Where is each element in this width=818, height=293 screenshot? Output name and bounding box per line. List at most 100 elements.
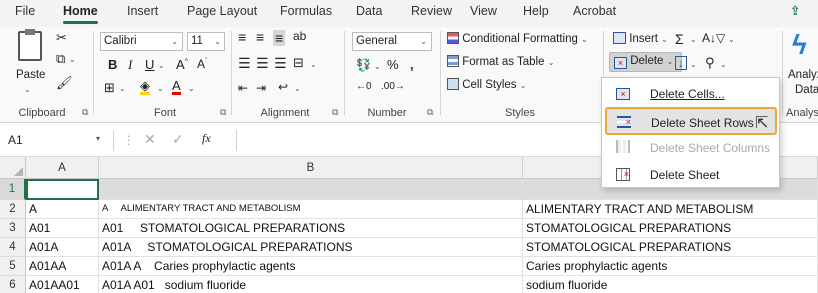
find-select-icon[interactable]: ⚲ [705, 55, 715, 71]
orientation-icon[interactable]: ab [293, 29, 306, 43]
select-all-corner[interactable] [0, 157, 26, 179]
align-right-icon[interactable]: ☰ [274, 55, 287, 72]
increase-font-icon[interactable]: A^ [176, 57, 188, 72]
cell-b1[interactable] [99, 179, 523, 200]
copy-icon[interactable]: ⧉ [56, 51, 65, 67]
accounting-icon[interactable]: 💱 [356, 58, 371, 72]
fill-icon[interactable]: ↓ [675, 56, 687, 70]
analyze-data-button[interactable]: Analyz [788, 69, 818, 81]
tab-review[interactable]: Review [411, 0, 452, 27]
enter-icon[interactable]: ✓ [172, 131, 184, 148]
cut-icon[interactable]: ✂ [56, 30, 67, 46]
cell-c3[interactable]: STOMATOLOGICAL PREPARATIONS [523, 219, 818, 238]
cell-b5[interactable]: A01A A Caries prophylactic agents [99, 257, 523, 276]
cell-a3[interactable]: A01 [26, 219, 99, 238]
number-format-select[interactable]: General ⌄ [352, 32, 432, 51]
decrease-font-icon[interactable]: Aˇ [197, 57, 207, 71]
sort-filter-icon[interactable]: A↓▽ [702, 31, 725, 45]
alignment-group-label: Alignment [260, 107, 310, 119]
row-header[interactable]: 3 [0, 219, 26, 238]
delete-columns-icon [616, 140, 630, 153]
cell-b2[interactable]: A ALIMENTARY TRACT AND METABOLISM [99, 200, 523, 219]
conditional-formatting-button[interactable]: Conditional Formatting ⌄ [447, 32, 588, 45]
paste-icon[interactable] [18, 29, 42, 61]
decrease-indent-icon[interactable]: ⇤ [238, 81, 248, 95]
row-header[interactable]: 5 [0, 257, 26, 276]
percent-icon[interactable]: % [387, 57, 399, 72]
cell-b3[interactable]: A01 STOMATOLOGICAL PREPARATIONS [99, 219, 523, 238]
tab-insert[interactable]: Insert [127, 0, 158, 27]
tab-home[interactable]: Home [63, 0, 98, 27]
merge-center-icon[interactable]: ⊟ [293, 55, 304, 71]
cell-b6[interactable]: A01A A01 sodium fluoride [99, 276, 523, 293]
align-top-icon[interactable]: ≡ [238, 29, 246, 45]
align-center-icon[interactable]: ☰ [256, 55, 269, 72]
cell-styles-button[interactable]: Cell Styles ⌄ [447, 78, 526, 91]
align-bottom-icon[interactable]: ≡ [273, 30, 286, 46]
insert-cells-button[interactable]: Insert ⌄ [613, 32, 668, 45]
alignment-launcher-icon[interactable]: ⧉ [332, 107, 338, 118]
tab-view[interactable]: View [470, 0, 497, 27]
column-header-b[interactable]: B [99, 157, 523, 179]
autosum-icon[interactable]: Σ [675, 31, 684, 47]
styles-group-label: Styles [505, 107, 535, 119]
tab-data[interactable]: Data [356, 0, 382, 27]
decrease-decimal-icon[interactable]: .00→ [381, 81, 405, 92]
paste-button[interactable]: Paste [16, 69, 45, 81]
tab-help[interactable]: Help [523, 0, 549, 27]
cell-a1[interactable] [26, 179, 99, 200]
analysis-group-label: Analysis [786, 107, 818, 119]
font-launcher-icon[interactable]: ⧉ [220, 107, 226, 118]
cancel-icon[interactable]: ✕ [144, 131, 156, 148]
tab-page-layout[interactable]: Page Layout [187, 0, 257, 27]
cell-a4[interactable]: A01A [26, 238, 99, 257]
chevron-down-icon: ⌄ [171, 37, 178, 46]
align-middle-icon[interactable]: ≡ [256, 29, 264, 45]
cell-c6[interactable]: sodium fluoride [523, 276, 818, 293]
tab-formulas[interactable]: Formulas [280, 0, 332, 27]
row-header[interactable]: 4 [0, 238, 26, 257]
italic-icon[interactable]: I [128, 57, 132, 73]
number-launcher-icon[interactable]: ⧉ [427, 107, 433, 118]
align-left-icon[interactable]: ☰ [238, 55, 251, 72]
cell-a6[interactable]: A01AA01 [26, 276, 99, 293]
tab-file[interactable]: File [15, 0, 35, 27]
insert-function-icon[interactable]: fx [202, 131, 211, 146]
menu-item-delete-cells[interactable]: × Delete Cells... [602, 80, 779, 108]
cell-a2[interactable]: A [26, 200, 99, 219]
row-header[interactable]: 1 [0, 179, 26, 200]
font-color-icon[interactable]: A [172, 79, 181, 95]
font-name-select[interactable]: Calibri ⌄ [100, 32, 183, 51]
cell-b4[interactable]: A01A STOMATOLOGICAL PREPARATIONS [99, 238, 523, 257]
format-painter-icon[interactable]: 🖌 [56, 75, 73, 91]
cell-c5[interactable]: Caries prophylactic agents [523, 257, 818, 276]
chevron-down-icon: ▾ [96, 134, 101, 143]
analyze-data-icon[interactable]: ϟ [792, 29, 807, 61]
row-header[interactable]: 2 [0, 200, 26, 219]
wrap-text-icon[interactable]: ↩ [278, 80, 288, 94]
cell-a5[interactable]: A01AA [26, 257, 99, 276]
increase-decimal-icon[interactable]: ←0 [356, 81, 372, 92]
tab-acrobat[interactable]: Acrobat [573, 0, 616, 27]
delete-cells-button[interactable]: × Delete ⌄ [609, 52, 683, 72]
menu-item-delete-sheet-rows[interactable]: × Delete Sheet Rows ⇱ [605, 107, 777, 135]
fill-color-icon[interactable]: ◈ [140, 79, 150, 95]
menu-item-delete-sheet-columns[interactable]: Delete Sheet Columns [602, 134, 779, 162]
borders-icon[interactable]: ⊞ [104, 80, 115, 96]
underline-icon[interactable]: U [145, 57, 154, 72]
paste-dropdown-icon[interactable]: ⌄ [24, 85, 31, 94]
share-button[interactable]: ⇪ Sh [790, 0, 818, 40]
increase-indent-icon[interactable]: ⇥ [256, 81, 266, 95]
menu-item-delete-sheet[interactable]: × Delete Sheet [602, 161, 779, 189]
cell-c2[interactable]: ALIMENTARY TRACT AND METABOLISM [523, 200, 818, 219]
format-as-table-button[interactable]: Format as Table ⌄ [447, 55, 554, 68]
font-size-select[interactable]: 11 ⌄ [187, 32, 225, 51]
bold-icon[interactable]: B [108, 57, 117, 72]
row-header[interactable]: 6 [0, 276, 26, 293]
share-icon: ⇪ [790, 4, 801, 18]
cell-c4[interactable]: STOMATOLOGICAL PREPARATIONS [523, 238, 818, 257]
name-box[interactable]: A1 ▾ [4, 130, 114, 151]
comma-icon[interactable]: , [410, 57, 414, 72]
column-header-a[interactable]: A [26, 157, 99, 179]
clipboard-launcher-icon[interactable]: ⧉ [82, 107, 88, 118]
